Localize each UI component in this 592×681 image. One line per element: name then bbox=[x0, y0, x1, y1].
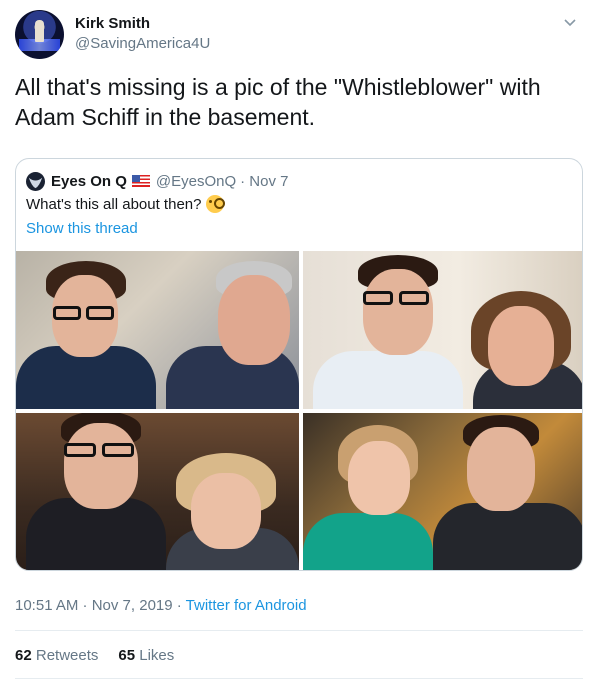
quoted-tweet[interactable]: Eyes On Q @EyesOnQ · Nov 7 What's this a… bbox=[15, 158, 583, 571]
monocle-face-icon bbox=[206, 195, 226, 213]
tweet-timestamp[interactable]: 10:51 AM · Nov 7, 2019 bbox=[15, 597, 173, 614]
tweet-meta: 10:51 AM · Nov 7, 2019 · Twitter for And… bbox=[15, 597, 307, 614]
chevron-down-icon[interactable] bbox=[563, 16, 577, 30]
likes-stat[interactable]: 65 Likes bbox=[118, 647, 174, 664]
meta-separator: · bbox=[172, 597, 186, 614]
retweets-label: Retweets bbox=[35, 647, 99, 664]
retweets-stat[interactable]: 62 Retweets bbox=[15, 647, 98, 664]
tweet-source[interactable]: Twitter for Android bbox=[186, 597, 307, 614]
likes-count: 65 bbox=[118, 647, 136, 664]
photo-4[interactable] bbox=[303, 413, 582, 570]
retweets-count: 62 bbox=[15, 647, 32, 664]
tweet-stats: 62 Retweets 65 Likes bbox=[15, 647, 174, 664]
quoted-author-handle[interactable]: @EyesOnQ bbox=[156, 173, 236, 190]
author-avatar[interactable] bbox=[15, 10, 64, 59]
us-flag-icon bbox=[131, 175, 150, 187]
tweet-header: Kirk Smith @SavingAmerica4U bbox=[15, 10, 585, 60]
quoted-date: · Nov 7 bbox=[240, 172, 289, 190]
tweet-text: All that's missing is a pic of the "Whis… bbox=[15, 74, 541, 130]
divider bbox=[15, 630, 583, 631]
quoted-tweet-header: Eyes On Q @EyesOnQ · Nov 7 bbox=[26, 171, 289, 191]
author-handle[interactable]: @SavingAmerica4U bbox=[75, 35, 210, 52]
quoted-author-avatar[interactable] bbox=[26, 171, 45, 191]
photo-3[interactable] bbox=[16, 413, 299, 570]
author-name[interactable]: Kirk Smith bbox=[75, 15, 150, 32]
likes-label: Likes bbox=[139, 647, 175, 664]
quoted-author-name[interactable]: Eyes On Q bbox=[51, 173, 127, 190]
show-thread-link[interactable]: Show this thread bbox=[26, 220, 138, 237]
divider bbox=[15, 678, 583, 679]
photo-2[interactable] bbox=[303, 251, 582, 409]
quoted-text: What's this all about then? bbox=[26, 195, 202, 213]
quoted-text-line: What's this all about then? bbox=[26, 195, 226, 213]
photo-1[interactable] bbox=[16, 251, 299, 409]
photo-grid bbox=[16, 251, 582, 570]
